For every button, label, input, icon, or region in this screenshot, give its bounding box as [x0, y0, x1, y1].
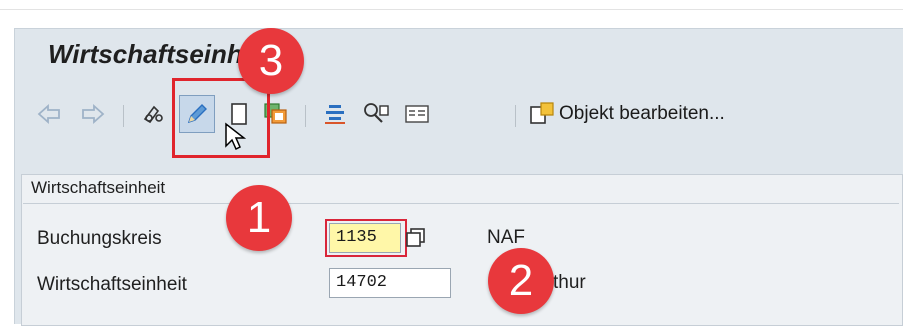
edit-object-button[interactable]: Objekt bearbeiten... — [529, 95, 799, 133]
step-badge-2: 2 — [488, 248, 554, 314]
toolbar-separator — [305, 105, 306, 127]
toolbar-separator — [123, 105, 124, 127]
group-title: Wirtschaftseinheit — [31, 178, 166, 197]
copy-value-icon — [406, 228, 425, 247]
back-arrow-icon — [37, 104, 60, 124]
group-divider — [23, 203, 899, 204]
technical-settings-icon — [364, 103, 389, 123]
display-button[interactable] — [139, 95, 171, 133]
business-entity-label: Wirtschaftseinheit — [37, 274, 187, 295]
back-button[interactable] — [35, 95, 63, 133]
application-toolbar: Objekt bearbeiten... — [15, 95, 903, 135]
edit-object-label: Objekt bearbeiten... — [559, 103, 725, 124]
toolbar-separator — [515, 105, 516, 127]
technical-settings-button[interactable] — [359, 95, 393, 133]
details-list-icon — [405, 105, 429, 123]
value-help-button[interactable] — [401, 223, 431, 253]
details-button[interactable] — [401, 95, 433, 133]
forward-button[interactable] — [79, 95, 107, 133]
sap-window: Wirtschaftseinheit Objekt bearbeiten... … — [14, 28, 903, 326]
forward-arrow-icon — [82, 104, 105, 124]
align-button[interactable] — [319, 95, 351, 133]
title-bar: Wirtschaftseinheit — [15, 29, 903, 81]
mouse-cursor-icon — [225, 122, 246, 151]
business-entity-input[interactable]: 14702 — [329, 268, 451, 298]
top-border — [0, 0, 903, 10]
focus-marker — [325, 219, 407, 257]
company-code-label: Buchungskreis — [37, 228, 162, 249]
business-entity-description: thur — [553, 272, 586, 293]
step-badge-1: 1 — [226, 185, 292, 251]
edit-object-icon — [530, 102, 554, 124]
align-list-icon — [325, 105, 345, 124]
company-code-description: NAF — [487, 227, 525, 248]
step-badge-3: 3 — [238, 28, 304, 94]
display-glasses-icon — [143, 105, 163, 124]
